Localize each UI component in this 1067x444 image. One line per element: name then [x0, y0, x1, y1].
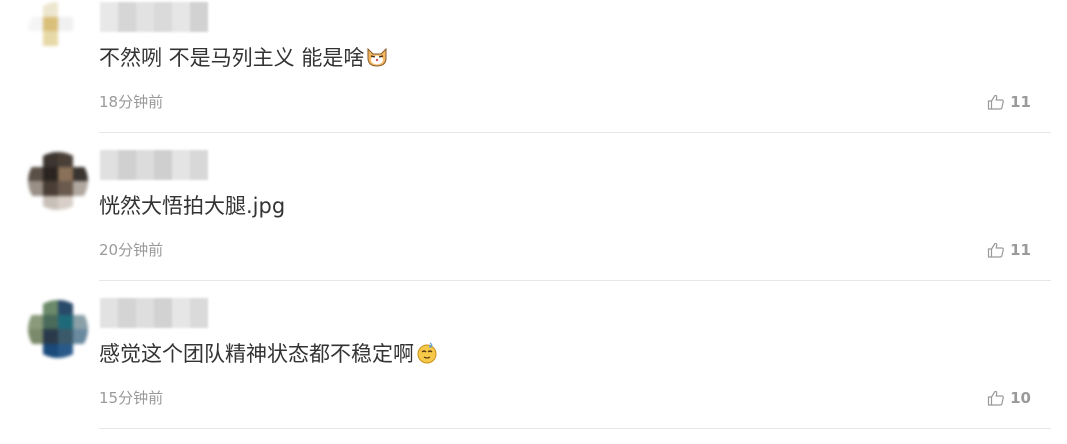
timestamp: 20分钟前	[99, 241, 164, 259]
cat-face-emoji	[367, 47, 387, 67]
timestamp: 18分钟前	[99, 93, 164, 111]
avatar[interactable]	[28, 2, 88, 60]
comment-text: 不然咧 不是马列主义 能是啥	[99, 43, 388, 73]
divider	[99, 132, 1051, 133]
like-count: 11	[1010, 93, 1031, 111]
comment-body: 感觉这个团队精神状态都不稳定啊	[99, 342, 414, 366]
comment-item: 恍然大悟拍大腿.jpg 20分钟前 11	[0, 148, 1067, 296]
username[interactable]	[100, 298, 208, 328]
divider	[99, 280, 1051, 281]
comment-item: 不然咧 不是马列主义 能是啥 18分钟前 11	[0, 0, 1067, 148]
comment-body: 不然咧 不是马列主义 能是啥	[99, 46, 365, 70]
username[interactable]	[100, 150, 208, 180]
username[interactable]	[100, 2, 208, 32]
thumbs-up-icon	[988, 390, 1004, 406]
comment-body: 恍然大悟拍大腿.jpg	[99, 194, 286, 218]
like-button[interactable]: 11	[987, 240, 1031, 260]
dizzy-face-emoji	[417, 342, 437, 364]
divider	[99, 428, 1051, 429]
timestamp: 15分钟前	[99, 389, 164, 407]
comment-text: 恍然大悟拍大腿.jpg	[99, 191, 285, 221]
comment-item: 感觉这个团队精神状态都不稳定啊 15分钟前 10	[0, 296, 1067, 444]
like-count: 11	[1010, 241, 1031, 259]
comment-text: 感觉这个团队精神状态都不稳定啊	[99, 339, 438, 369]
like-button[interactable]: 11	[987, 92, 1031, 112]
avatar[interactable]	[28, 300, 88, 358]
thumbs-up-icon	[988, 242, 1004, 258]
like-button[interactable]: 10	[987, 388, 1031, 408]
like-count: 10	[1010, 389, 1031, 407]
thumbs-up-icon	[988, 94, 1004, 110]
avatar[interactable]	[28, 152, 88, 210]
